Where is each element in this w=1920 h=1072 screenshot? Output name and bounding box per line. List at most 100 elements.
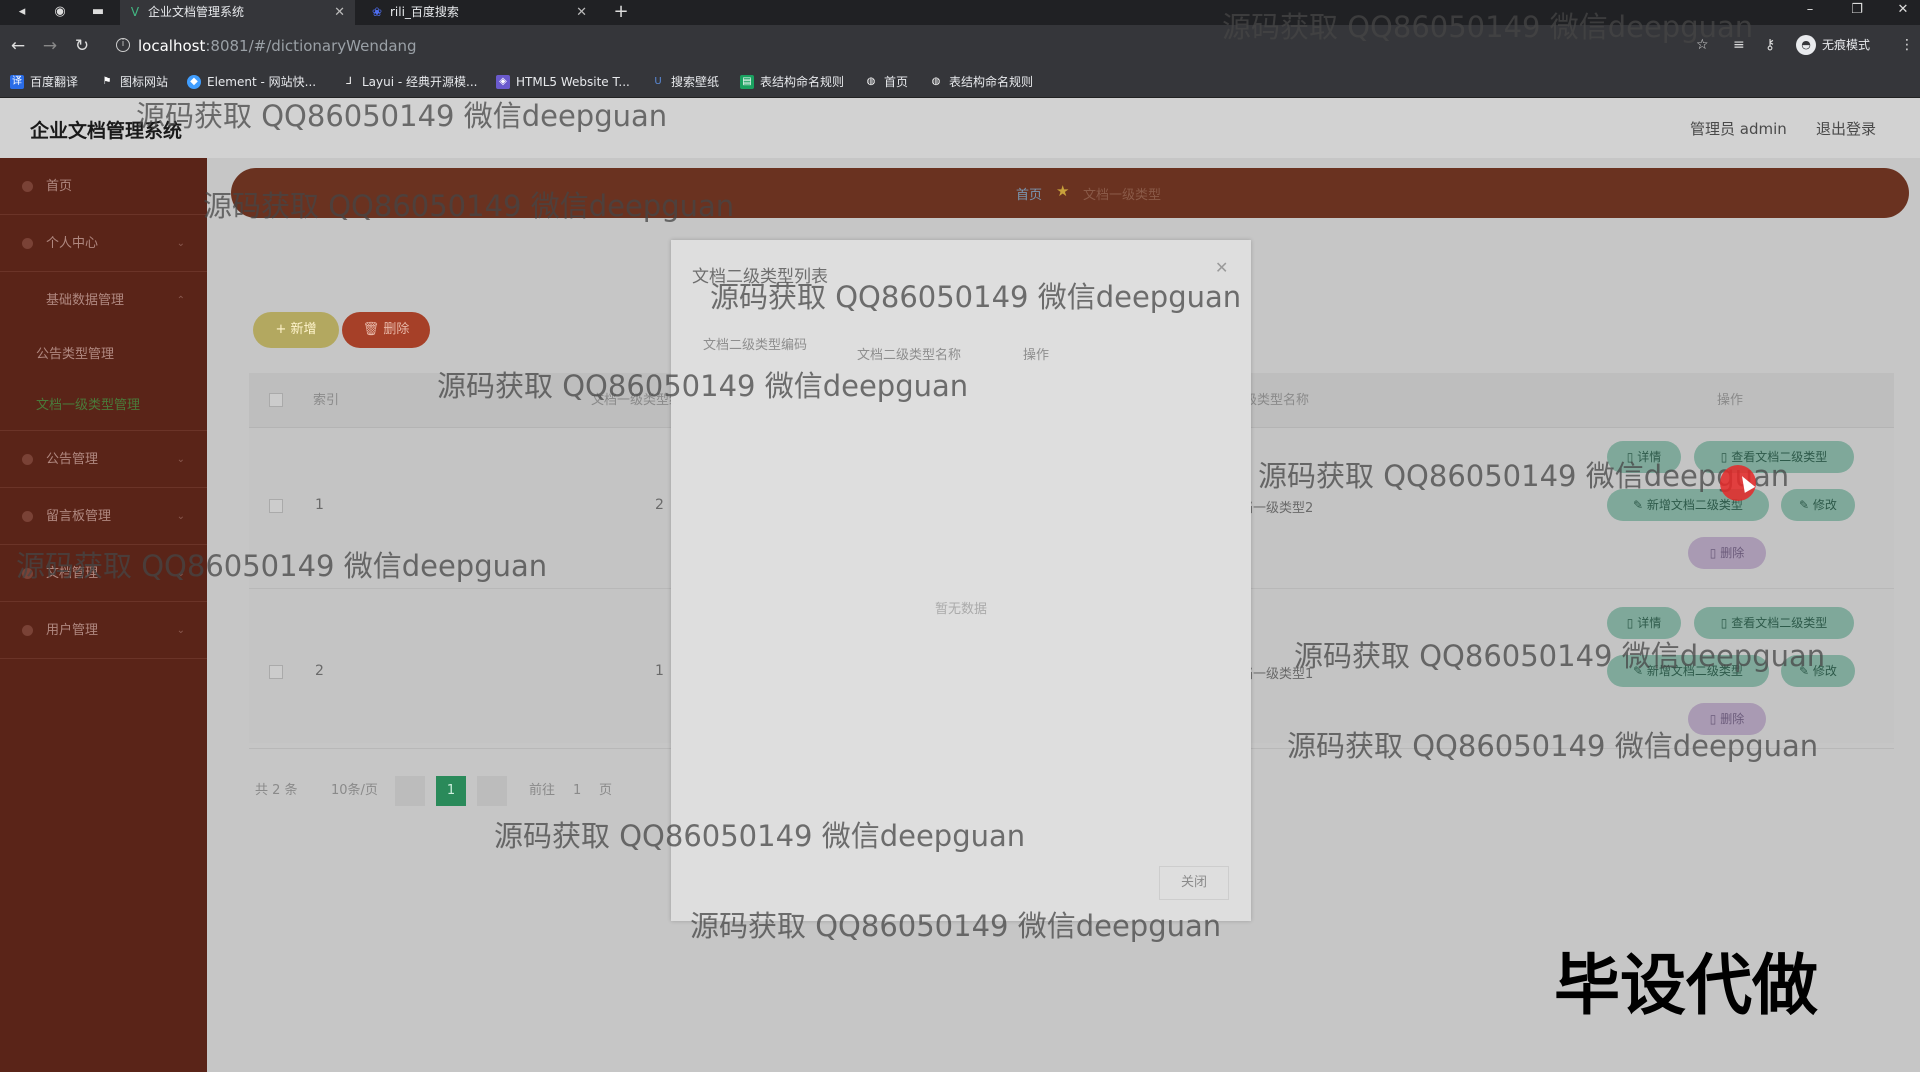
back-icon[interactable]: ←: [8, 36, 28, 56]
new-tab-icon[interactable]: +: [613, 3, 629, 21]
reload-icon[interactable]: ↻: [72, 36, 92, 56]
user-icon: [22, 238, 33, 249]
prev-page-button[interactable]: [395, 776, 425, 806]
bookmark-item[interactable]: U 搜索壁纸: [651, 74, 719, 90]
app-header: 企业文档管理系统 管理员 admin 退出登录: [0, 98, 1920, 158]
subtype-list-dialog: 文档二级类型列表 ✕ 文档二级类型编码 文档二级类型名称 操作 暂无数据 关闭: [671, 240, 1251, 921]
pagination-total: 共 2 条: [255, 783, 298, 798]
edit-icon: ✎: [1799, 498, 1813, 512]
incognito-indicator[interactable]: ◓ 无痕模式: [1796, 35, 1870, 55]
document-icon: ▯: [1626, 616, 1638, 630]
edit-icon: ✎: [1633, 498, 1647, 512]
breadcrumb-home[interactable]: 首页: [1016, 184, 1042, 203]
tab-overview-icon[interactable]: ▬: [90, 4, 106, 20]
url-field[interactable]: i localhost:8081/#/dictionaryWendang: [112, 33, 1712, 59]
bookmark-item[interactable]: ◈ HTML5 Website T...: [496, 74, 630, 90]
sidebar-item-users[interactable]: 用户管理 ⌄: [0, 602, 207, 659]
bookmark-item[interactable]: ◍ 表结构命名规则: [929, 74, 1033, 90]
minimize-icon[interactable]: –: [1795, 0, 1825, 20]
bookmark-item[interactable]: 译百度翻译: [10, 74, 78, 90]
page-suffix: 页: [599, 783, 613, 798]
globe-icon: ◍: [931, 76, 941, 87]
chrome-logo-icon: ◉: [54, 4, 66, 19]
page-size-select[interactable]: 10条/页: [331, 776, 378, 806]
delete-button[interactable]: 🗑 删除: [342, 312, 430, 348]
goto-page-input[interactable]: 1: [573, 776, 581, 806]
restore-icon[interactable]: ❐: [1842, 0, 1872, 20]
sidebar-item-home[interactable]: 首页: [0, 158, 207, 215]
users-icon: [22, 625, 33, 636]
add-button[interactable]: + 新增: [253, 312, 339, 348]
edit-icon: ✎: [1633, 664, 1647, 678]
column-header-actions: 操作: [1717, 393, 1744, 408]
bookmark-item[interactable]: ◆ Element - 网站快...: [187, 74, 316, 90]
element-logo-icon: ◆: [187, 75, 201, 89]
breadcrumb-current: 文档一级类型: [1083, 188, 1162, 203]
edit-button[interactable]: ✎ 修改: [1781, 489, 1855, 521]
tab-enterprise-doc[interactable]: V 企业文档管理系统 ✕: [120, 0, 355, 25]
speaker-icon[interactable]: ◂: [14, 4, 30, 20]
row-checkbox[interactable]: [269, 499, 283, 513]
detail-button[interactable]: ▯ 详情: [1607, 607, 1681, 639]
view-subtype-button[interactable]: ▯ 查看文档二级类型: [1694, 441, 1854, 473]
sidebar-item-basic-data[interactable]: 基础数据管理 ⌃: [0, 272, 207, 329]
globe-icon: ◍: [866, 76, 876, 87]
bookmark-item[interactable]: ▤ 表结构命名规则: [740, 74, 844, 90]
column-header-subtype-code: 文档二级类型编码: [703, 338, 808, 353]
page-number-current[interactable]: 1: [436, 776, 466, 806]
current-user: 管理员 admin: [1690, 120, 1787, 138]
bookmark-item[interactable]: ◍ 首页: [864, 74, 908, 90]
browser-tab-bar: ◂ ◉ ▬ V 企业文档管理系统 ✕ ❀ rili_百度搜索 ✕ + – ❐ ✕: [0, 0, 1920, 25]
sidebar-item-profile[interactable]: 个人中心 ⌄: [0, 215, 207, 272]
select-all-checkbox[interactable]: [269, 393, 283, 407]
forward-icon[interactable]: →: [40, 36, 60, 56]
reading-list-icon[interactable]: ≡: [1733, 34, 1745, 56]
sidebar-item-notice[interactable]: 公告管理 ⌄: [0, 431, 207, 488]
detail-button[interactable]: ▯ 详情: [1607, 441, 1681, 473]
trash-icon: ▯: [1709, 546, 1721, 560]
app-title: 企业文档管理系统: [30, 120, 183, 142]
bookmark-item[interactable]: ⚑ 图标网站: [100, 74, 169, 90]
add-subtype-button[interactable]: ✎ 新增文档二级类型: [1607, 655, 1769, 687]
key-icon[interactable]: ⚷: [1765, 34, 1775, 56]
logout-link[interactable]: 退出登录: [1816, 118, 1876, 139]
sheet-icon: ▤: [740, 75, 754, 89]
more-menu-icon[interactable]: ⋮: [1900, 34, 1914, 56]
tab-baidu-search[interactable]: ❀ rili_百度搜索 ✕: [362, 0, 597, 25]
document-icon: [22, 568, 33, 579]
trash-icon: ▯: [1709, 712, 1721, 726]
row-checkbox[interactable]: [269, 665, 283, 679]
vue-logo-icon: V: [130, 5, 140, 19]
row-delete-button[interactable]: ▯ 删除: [1688, 537, 1766, 569]
close-window-icon[interactable]: ✕: [1888, 0, 1918, 20]
row-delete-button[interactable]: ▯ 删除: [1688, 703, 1766, 735]
sidebar-item-doc-type-level1[interactable]: 文档一级类型管理: [0, 380, 207, 431]
sidebar-item-notice-type[interactable]: 公告类型管理: [0, 329, 207, 380]
cell-index: 1: [315, 497, 324, 513]
empty-state: 暂无数据: [934, 602, 987, 617]
edit-icon: ✎: [1799, 664, 1813, 678]
close-tab-icon[interactable]: ✕: [334, 0, 345, 25]
sidebar: 首页 个人中心 ⌄ 基础数据管理 ⌃ 公告类型管理 文档一级类型管理 公告管理 ⌄ 留…: [0, 158, 207, 1072]
close-tab-icon[interactable]: ✕: [576, 0, 587, 25]
site-info-icon[interactable]: i: [116, 38, 130, 52]
chevron-down-icon: ⌄: [176, 511, 185, 522]
plus-icon: +: [275, 322, 291, 337]
chevron-down-icon: ⌄: [176, 625, 185, 636]
edit-button[interactable]: ✎ 修改: [1781, 655, 1855, 687]
next-page-button[interactable]: [477, 776, 507, 806]
view-subtype-button[interactable]: ▯ 查看文档二级类型: [1694, 607, 1854, 639]
notice-icon: [22, 454, 33, 465]
translate-icon: 译: [10, 75, 24, 89]
close-icon[interactable]: ✕: [1215, 258, 1228, 277]
sidebar-item-message-board[interactable]: 留言板管理 ⌄: [0, 488, 207, 545]
bookmark-item[interactable]: ⅃ Layui - 经典开源模...: [342, 74, 477, 90]
wallpaper-icon: U: [654, 76, 662, 87]
star-icon: ★: [1056, 182, 1070, 200]
bookmark-star-icon[interactable]: ☆: [1696, 34, 1709, 56]
column-header-operations: 操作: [1023, 348, 1050, 363]
bookmarks-bar: 译百度翻译 ⚑ 图标网站 ◆ Element - 网站快... ⅃ Layui - 经…: [0, 67, 1920, 98]
close-button[interactable]: 关闭: [1159, 866, 1229, 900]
sidebar-item-document[interactable]: 文档管理 ⌄: [0, 545, 207, 602]
flag-icon: ⚑: [102, 76, 112, 87]
